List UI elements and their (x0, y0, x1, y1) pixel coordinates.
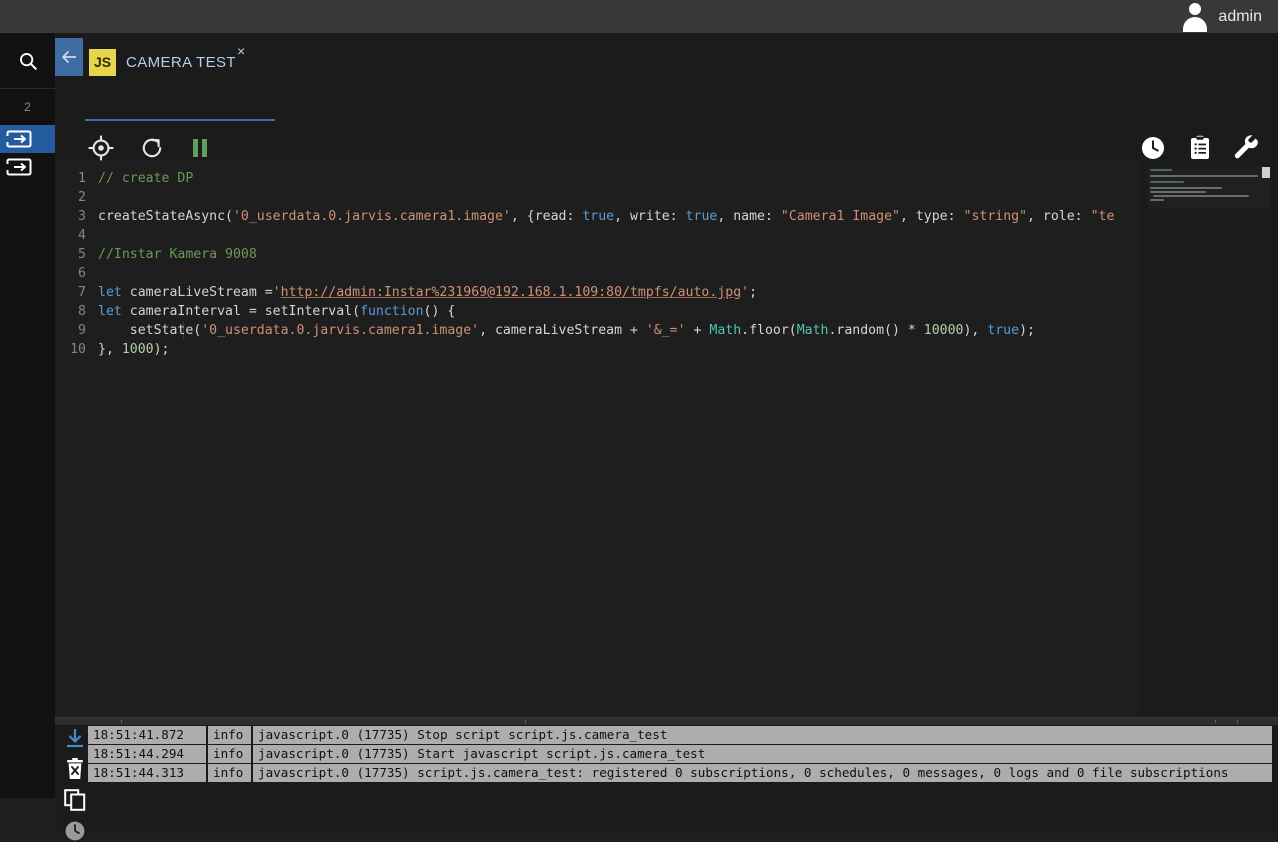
tab-camera-test[interactable]: JS CAMERA TEST × (85, 38, 251, 86)
code-line-text: let cameraLiveStream ='http://admin:Inst… (98, 285, 758, 300)
clear-log-button[interactable] (64, 758, 86, 780)
code-minimap[interactable] (1148, 167, 1270, 209)
pause-icon[interactable] (190, 137, 210, 159)
line-number: 5 (78, 247, 86, 262)
log-message: javascript.0 (17735) Start javascript sc… (253, 745, 1272, 763)
app-root: admin 2 JS CAMERA TEST × 1 // create DP … (0, 0, 1278, 841)
log-timestamp: 18:51:44.294 (88, 745, 206, 763)
log-row[interactable]: 18:51:44.294 info javascript.0 (17735) Sta… (88, 745, 1272, 763)
code-line-text: setState('0_userdata.0.jarvis.camera1.im… (98, 323, 1035, 338)
download-arrow-icon (67, 729, 83, 748)
tab-close-button[interactable]: × (237, 44, 245, 58)
code-line: 7 let cameraLiveStream ='http://admin:Ins… (55, 283, 1140, 302)
log-message: javascript.0 (17735) Stop script script.… (253, 726, 1272, 744)
user-menu[interactable]: admin (1180, 0, 1262, 33)
log-panel-splitter[interactable] (55, 717, 1278, 725)
code-line: 2 (55, 188, 1140, 207)
script-import-icon (6, 130, 32, 148)
log-row[interactable]: 18:51:41.872 info javascript.0 (17735) Sto… (88, 726, 1272, 744)
sidebar-item-script-2[interactable] (0, 153, 55, 181)
rail-search-button[interactable] (0, 33, 55, 89)
scroll-to-bottom-button[interactable] (64, 727, 86, 749)
copy-log-button[interactable] (64, 789, 86, 811)
code-line: 4 (55, 226, 1140, 245)
code-lines: 1 // create DP 2 3 createStateAsync('0_userd… (55, 169, 1140, 359)
username-label: admin (1218, 8, 1262, 25)
crosshair-icon[interactable] (88, 135, 114, 161)
line-number: 4 (78, 228, 86, 243)
code-line: 3 createStateAsync('0_userdata.0.jarvis.c… (55, 207, 1140, 226)
code-line: 6 (55, 264, 1140, 283)
log-timestamp: 18:51:41.872 (88, 726, 206, 744)
circle-icon (65, 821, 85, 841)
minimap-column (1140, 161, 1278, 717)
rail-count-label: 2 (24, 100, 31, 114)
log-severity: info (208, 745, 251, 763)
code-line: 1 // create DP (55, 169, 1140, 188)
search-icon (19, 52, 37, 70)
tab-active-indicator (85, 119, 275, 121)
clipboard-icon[interactable] (1188, 135, 1212, 161)
line-number: 10 (70, 342, 86, 357)
clock-icon[interactable] (1140, 135, 1166, 161)
code-line-text: let cameraInterval = setInterval(functio… (98, 304, 456, 319)
log-timestamp: 18:51:44.313 (88, 764, 206, 782)
line-number: 1 (78, 171, 86, 186)
top-bar: admin (0, 0, 1278, 33)
code-line: 10 }, 1000); (55, 340, 1140, 359)
refresh-icon[interactable] (140, 136, 164, 160)
code-editor[interactable]: 1 // create DP 2 3 createStateAsync('0_userd… (55, 161, 1140, 717)
code-line-text: // create DP (98, 171, 194, 186)
trash-x-icon (67, 758, 83, 779)
minimap-scrollbar[interactable] (1262, 167, 1270, 178)
script-import-icon (6, 158, 32, 176)
log-severity: info (208, 764, 251, 782)
wrench-icon[interactable] (1234, 134, 1260, 161)
code-line: 8 let cameraInterval = setInterval(functi… (55, 302, 1140, 321)
sidebar-item-script-1[interactable] (0, 125, 55, 153)
code-line-text: createStateAsync('0_userdata.0.jarvis.ca… (98, 209, 1115, 224)
user-avatar-icon (1180, 2, 1210, 32)
tab-strip: JS CAMERA TEST × (55, 33, 1278, 121)
tab-title: CAMERA TEST (126, 53, 236, 71)
line-number: 3 (78, 209, 86, 224)
arrow-left-icon (62, 51, 76, 63)
log-message: javascript.0 (17735) script.js.camera_te… (253, 764, 1272, 782)
js-file-badge: JS (89, 48, 116, 76)
back-button[interactable] (55, 38, 83, 76)
record-log-button[interactable] (64, 820, 86, 842)
line-number: 8 (78, 304, 86, 319)
line-number: 6 (78, 266, 86, 281)
log-severity: info (208, 726, 251, 744)
code-line: 5 //Instar Kamera 9008 (55, 245, 1140, 264)
log-table: 18:51:41.872 info javascript.0 (17735) Sto… (88, 726, 1272, 783)
code-line: 9 setState('0_userdata.0.jarvis.camera1.… (55, 321, 1140, 340)
main-panel: JS CAMERA TEST × 1 // create DP 2 3 crea… (55, 33, 1278, 841)
line-number: 7 (78, 285, 86, 300)
log-panel: 18:51:41.872 info javascript.0 (17735) Sto… (55, 717, 1278, 841)
copy-icon (64, 789, 86, 811)
line-number: 2 (78, 190, 86, 205)
code-line-text: //Instar Kamera 9008 (98, 247, 257, 262)
log-row[interactable]: 18:51:44.313 info javascript.0 (17735) scr… (88, 764, 1272, 782)
left-rail: 2 (0, 33, 55, 798)
line-number: 9 (78, 323, 86, 338)
code-line-text: }, 1000); (98, 342, 170, 357)
